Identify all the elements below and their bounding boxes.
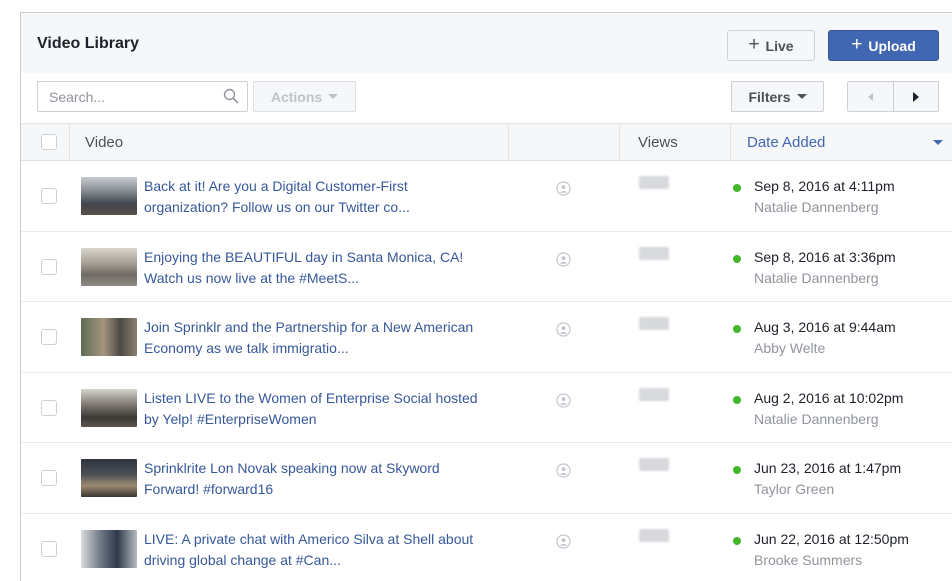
- public-globe-icon: [556, 392, 571, 408]
- filters-label: Filters: [748, 88, 791, 105]
- author-name: Abby Welte: [754, 340, 826, 356]
- row-checkbox[interactable]: [41, 258, 57, 275]
- sort-descending-icon[interactable]: [933, 124, 943, 160]
- video-title-link[interactable]: LIVE: A private chat with Americo Silva …: [144, 529, 484, 571]
- column-divider: [619, 124, 620, 160]
- public-globe-icon: [556, 251, 571, 267]
- date-added: Jun 23, 2016 at 1:47pm: [754, 460, 902, 476]
- column-divider: [69, 124, 70, 160]
- video-title-link[interactable]: Enjoying the BEAUTIFUL day in Santa Moni…: [144, 247, 484, 289]
- go-live-label: Live: [765, 37, 794, 54]
- actions-label: Actions: [270, 88, 323, 105]
- filters-dropdown[interactable]: Filters: [731, 81, 824, 112]
- column-header-video[interactable]: Video: [85, 124, 123, 160]
- date-added: Sep 8, 2016 at 3:36pm: [754, 248, 896, 265]
- public-globe-icon: [556, 181, 571, 196]
- upload-label: Upload: [868, 37, 916, 54]
- author-name: Natalie Dannenberg: [754, 410, 879, 427]
- chevron-left-icon: [867, 92, 873, 101]
- select-all-checkbox[interactable]: [41, 134, 57, 150]
- table-row[interactable]: Enjoying the BEAUTIFUL day in Santa Moni…: [21, 232, 952, 302]
- column-divider: [730, 124, 731, 160]
- video-library-panel: Video Library + Live + Upload Search... …: [20, 12, 952, 581]
- plus-icon: +: [748, 34, 760, 55]
- column-divider: [508, 124, 509, 160]
- live-status-dot: [733, 395, 741, 404]
- column-header-views[interactable]: Views: [638, 124, 678, 160]
- row-checkbox[interactable]: [41, 329, 57, 345]
- author-name: Natalie Dannenberg: [754, 269, 879, 286]
- previous-page-button[interactable]: [848, 82, 893, 111]
- row-checkbox[interactable]: [41, 540, 57, 557]
- views-count-redacted: [639, 176, 669, 189]
- live-status-dot: [733, 536, 741, 545]
- search-placeholder: Search...: [49, 89, 106, 105]
- table-row[interactable]: Join Sprinklr and the Partnership for a …: [21, 302, 952, 373]
- chevron-down-icon: [328, 94, 339, 99]
- row-checkbox[interactable]: [41, 470, 57, 486]
- search-input[interactable]: Search...: [37, 81, 248, 112]
- column-header-date-added[interactable]: Date Added: [747, 124, 825, 160]
- next-page-button[interactable]: [892, 82, 938, 111]
- video-thumbnail[interactable]: [81, 529, 137, 568]
- chevron-right-icon: [912, 91, 919, 102]
- video-thumbnail[interactable]: [81, 459, 137, 497]
- views-count-redacted: [639, 317, 669, 330]
- date-added: Jun 22, 2016 at 12:50pm: [754, 530, 909, 547]
- date-added: Aug 2, 2016 at 10:02pm: [754, 389, 904, 406]
- table-row[interactable]: LIVE: A private chat with Americo Silva …: [21, 514, 952, 581]
- chevron-down-icon: [796, 94, 807, 99]
- video-title-link[interactable]: Join Sprinklr and the Partnership for a …: [144, 317, 484, 359]
- row-checkbox[interactable]: [41, 188, 57, 204]
- author-name: Taylor Green: [754, 481, 835, 497]
- author-name: Brooke Summers: [754, 551, 863, 568]
- video-title-link[interactable]: Back at it! Are you a Digital Customer-F…: [144, 176, 484, 218]
- views-count-redacted: [639, 458, 669, 471]
- public-globe-icon: [556, 463, 571, 478]
- table-header: Video Views Date Added: [21, 123, 952, 161]
- views-count-redacted: [639, 246, 669, 260]
- actions-dropdown[interactable]: Actions: [253, 81, 356, 112]
- video-title-link[interactable]: Listen LIVE to the Women of Enterprise S…: [144, 388, 484, 430]
- library-header: Video Library + Live + Upload: [21, 13, 952, 73]
- public-globe-icon: [556, 533, 571, 549]
- views-count-redacted: [639, 528, 669, 542]
- page-title: Video Library: [37, 35, 139, 52]
- public-globe-icon: [556, 322, 571, 337]
- video-thumbnail[interactable]: [81, 247, 137, 286]
- plus-icon: +: [851, 34, 863, 55]
- table-row[interactable]: Listen LIVE to the Women of Enterprise S…: [21, 373, 952, 443]
- live-status-dot: [733, 466, 741, 474]
- table-row[interactable]: Back at it! Are you a Digital Customer-F…: [21, 161, 952, 232]
- search-icon[interactable]: [223, 88, 239, 104]
- select-all-cell: [41, 124, 57, 160]
- date-added: Aug 3, 2016 at 9:44am: [754, 319, 896, 335]
- live-status-dot: [733, 184, 741, 192]
- views-count-redacted: [639, 387, 669, 401]
- video-thumbnail[interactable]: [81, 318, 137, 356]
- pagination: [847, 81, 939, 112]
- author-name: Natalie Dannenberg: [754, 199, 879, 215]
- video-thumbnail[interactable]: [81, 177, 137, 215]
- date-added: Sep 8, 2016 at 4:11pm: [754, 178, 895, 194]
- go-live-button[interactable]: + Live: [727, 30, 815, 61]
- table-row[interactable]: Sprinklrite Lon Novak speaking now at Sk…: [21, 443, 952, 514]
- video-title-link[interactable]: Sprinklrite Lon Novak speaking now at Sk…: [144, 458, 484, 500]
- upload-button[interactable]: + Upload: [828, 30, 939, 61]
- live-status-dot: [733, 325, 741, 333]
- row-checkbox[interactable]: [41, 399, 57, 416]
- live-status-dot: [733, 254, 741, 263]
- video-list: Back at it! Are you a Digital Customer-F…: [21, 161, 952, 581]
- video-thumbnail[interactable]: [81, 388, 137, 427]
